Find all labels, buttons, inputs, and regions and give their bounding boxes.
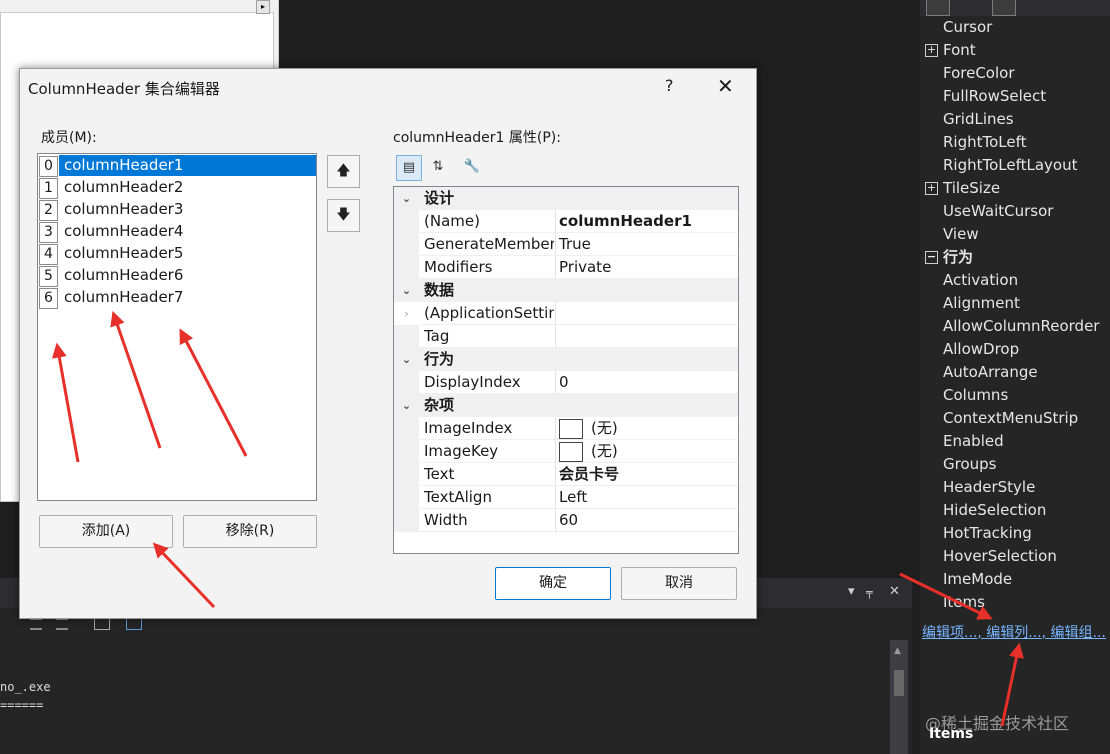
annotation-arrow bbox=[152, 542, 216, 609]
annotation-arrow bbox=[899, 572, 993, 620]
annotation-arrow bbox=[51, 342, 80, 463]
annotation-arrow bbox=[179, 328, 248, 457]
annotation-arrows bbox=[51, 310, 1024, 727]
annotation-arrow bbox=[1000, 642, 1024, 727]
annotation-arrow bbox=[110, 310, 162, 449]
